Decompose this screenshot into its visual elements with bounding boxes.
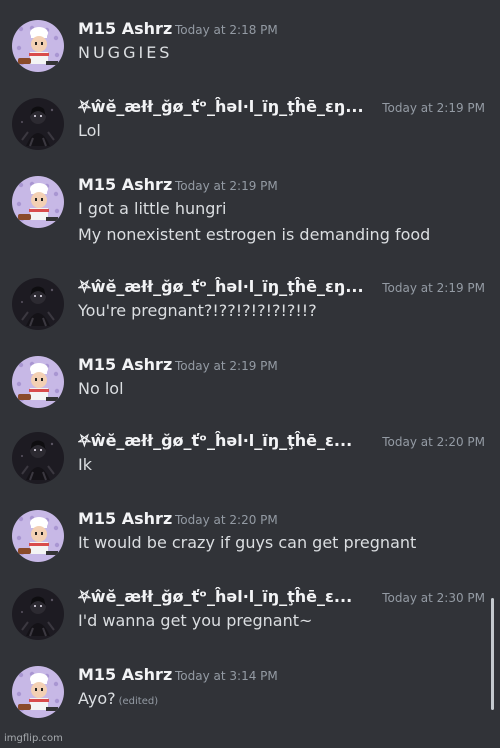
message-text: Ik bbox=[78, 455, 92, 474]
message: M15 Ashrz Today at 2:19 PM I got a littl… bbox=[0, 174, 500, 250]
message: M15 Ashrz Today at 2:18 PM NUGGIES bbox=[0, 18, 500, 94]
message: ⛧ŵĕ_æłł_ğø_ťᵒ_ĥəl·l_ïŋ_ţĥē_εŋ... Today a… bbox=[0, 276, 500, 352]
message: ⛧ŵĕ_æłł_ğø_ťᵒ_ĥəl·l_ïŋ_ţĥē_ε... Today at… bbox=[0, 430, 500, 506]
author-name[interactable]: M15 Ashrz bbox=[78, 18, 172, 40]
scrollbar[interactable] bbox=[491, 598, 494, 710]
message: ⛧ŵĕ_æłł_ğø_ťᵒ_ĥəl·l_ïŋ_ţĥē_εŋ... Today a… bbox=[0, 96, 500, 172]
message: M15 Ashrz Today at 2:19 PM No lol bbox=[0, 354, 500, 430]
message-text: My nonexistent estrogen is demanding foo… bbox=[78, 225, 431, 244]
timestamp: Today at 2:19 PM bbox=[175, 179, 278, 193]
author-name[interactable]: M15 Ashrz bbox=[78, 664, 172, 686]
author-name[interactable]: M15 Ashrz bbox=[78, 354, 172, 376]
message-text: It would be crazy if guys can get pregna… bbox=[78, 533, 417, 552]
message-text: You're pregnant?!??!?!?!?!?!!? bbox=[78, 301, 317, 320]
message-body: Ayo? bbox=[78, 689, 116, 708]
chef-avatar-icon[interactable] bbox=[12, 356, 64, 408]
edited-label: (edited) bbox=[118, 696, 159, 707]
author-name[interactable]: ⛧ŵĕ_æłł_ğø_ťᵒ_ĥəl·l_ïŋ_ţĥē_ε... bbox=[78, 586, 352, 608]
dark-figure-avatar-icon[interactable] bbox=[12, 98, 64, 150]
watermark: imgflip.com bbox=[4, 733, 63, 744]
timestamp: Today at 2:19 PM bbox=[382, 101, 485, 115]
dark-figure-avatar-icon[interactable] bbox=[12, 278, 64, 330]
message-text: Lol bbox=[78, 121, 101, 140]
timestamp: Today at 3:14 PM bbox=[175, 669, 278, 683]
chef-avatar-icon[interactable] bbox=[12, 176, 64, 228]
timestamp: Today at 2:19 PM bbox=[175, 359, 278, 373]
author-name[interactable]: ⛧ŵĕ_æłł_ğø_ťᵒ_ĥəl·l_ïŋ_ţĥē_εŋ... bbox=[78, 96, 364, 118]
chef-avatar-icon[interactable] bbox=[12, 510, 64, 562]
dark-figure-avatar-icon[interactable] bbox=[12, 588, 64, 640]
message: M15 Ashrz Today at 2:20 PM It would be c… bbox=[0, 508, 500, 584]
chef-avatar-icon[interactable] bbox=[12, 666, 64, 718]
message: M15 Ashrz Today at 3:14 PM Ayo? (edited) bbox=[0, 664, 500, 740]
dark-figure-avatar-icon[interactable] bbox=[12, 432, 64, 484]
message-text: I'd wanna get you pregnant~ bbox=[78, 611, 313, 630]
author-name[interactable]: M15 Ashrz bbox=[78, 508, 172, 530]
chef-avatar-icon[interactable] bbox=[12, 20, 64, 72]
timestamp: Today at 2:19 PM bbox=[382, 281, 485, 295]
message-text: I got a little hungri bbox=[78, 199, 227, 218]
timestamp: Today at 2:18 PM bbox=[175, 23, 278, 37]
timestamp: Today at 2:20 PM bbox=[382, 435, 485, 449]
message-text: No lol bbox=[78, 379, 124, 398]
timestamp: Today at 2:20 PM bbox=[175, 513, 278, 527]
timestamp: Today at 2:30 PM bbox=[382, 591, 485, 605]
author-name[interactable]: ⛧ŵĕ_æłł_ğø_ťᵒ_ĥəl·l_ïŋ_ţĥē_ε... bbox=[78, 430, 352, 452]
message-text: Ayo? (edited) bbox=[78, 688, 158, 713]
author-name[interactable]: M15 Ashrz bbox=[78, 174, 172, 196]
message: ⛧ŵĕ_æłł_ğø_ťᵒ_ĥəl·l_ïŋ_ţĥē_ε... Today at… bbox=[0, 586, 500, 662]
message-text: NUGGIES bbox=[78, 43, 173, 62]
author-name[interactable]: ⛧ŵĕ_æłł_ğø_ťᵒ_ĥəl·l_ïŋ_ţĥē_εŋ... bbox=[78, 276, 364, 298]
